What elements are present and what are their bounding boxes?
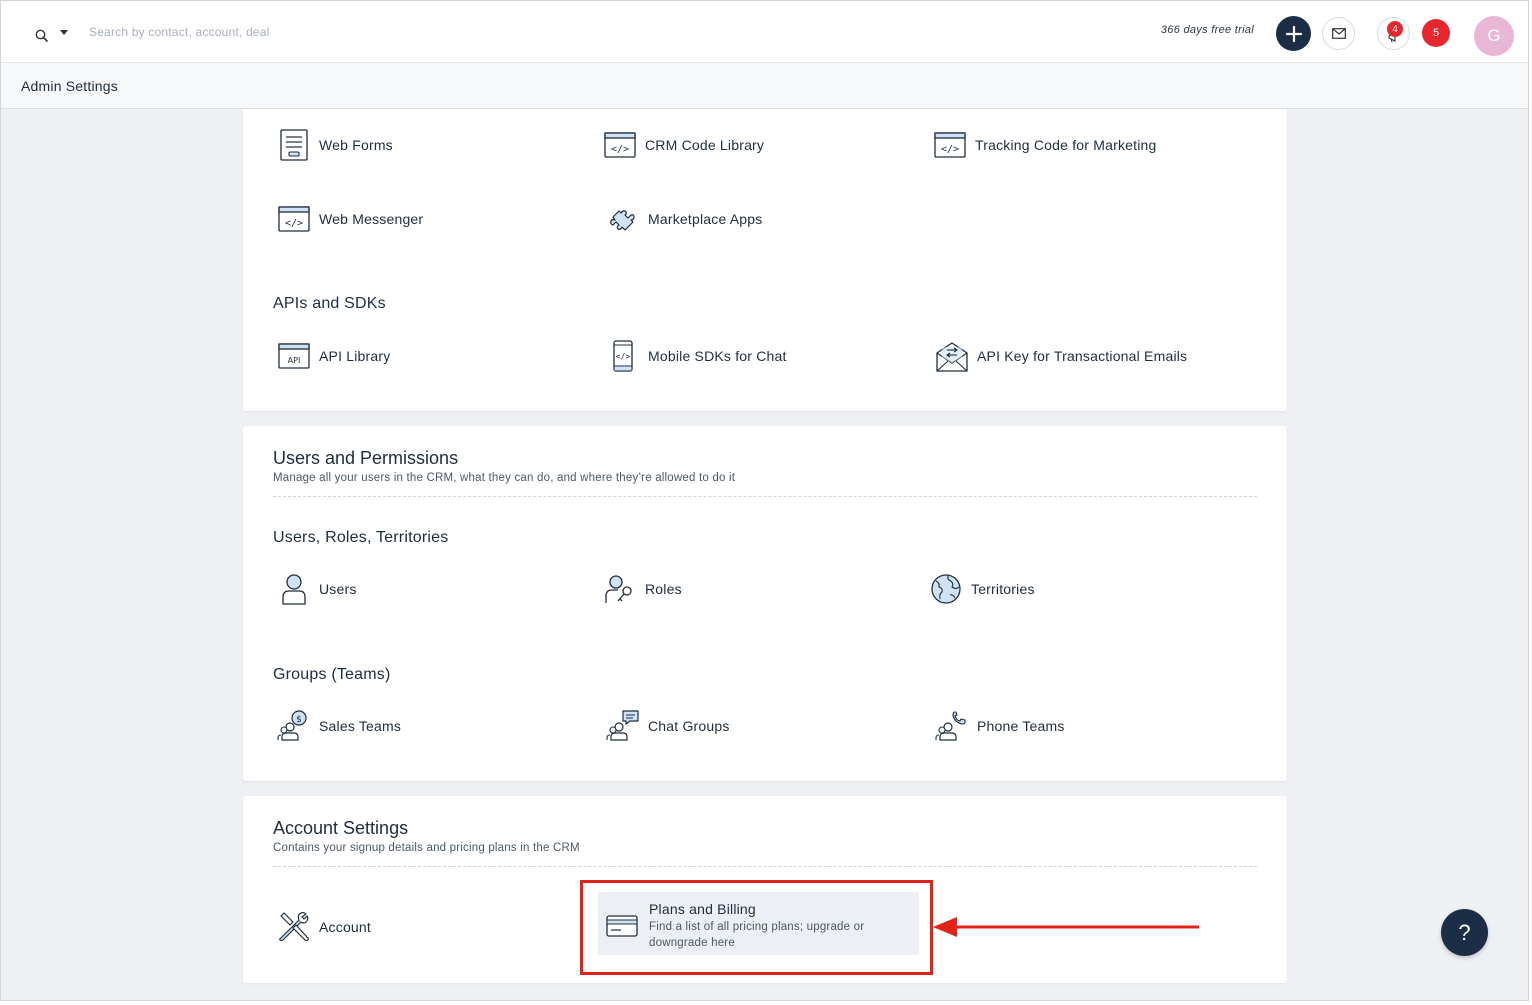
svg-text:</>: </> [616,352,631,361]
annotation-arrow [933,917,1199,937]
marketplace-apps-item[interactable]: Marketplace Apps [606,201,762,237]
territories-label: Territories [971,581,1035,597]
integrations-card: Web Forms </> CRM Code Library </> Track… [243,109,1287,411]
envelope-swap-icon [936,342,968,372]
api-icon-text: API [288,356,301,365]
page-title: Admin Settings [21,78,118,94]
add-button[interactable] [1276,16,1311,51]
mobile-code-icon: </> [613,340,633,372]
apis-group-title: APIs and SDKs [273,295,386,312]
code-window-icon: </> [604,132,636,158]
section-divider [273,866,1257,867]
users-permissions-card: Users and Permissions Manage all your us… [243,426,1287,781]
sales-teams-label: Sales Teams [319,718,402,734]
teams-group-title: Groups (Teams) [273,666,391,683]
web-messenger-label: Web Messenger [319,211,424,227]
api-library-item[interactable]: API API Library [277,338,390,374]
user-key-icon [605,575,632,603]
svg-text:$: $ [296,715,302,725]
search-input[interactable] [89,21,489,43]
roles-item[interactable]: Roles [603,571,682,607]
user-icon [282,574,306,605]
svg-text:</>: </> [941,144,959,155]
avatar[interactable]: G [1474,16,1514,56]
sales-teams-item[interactable]: $ Sales Teams [277,708,401,744]
code-window-icon: </> [934,132,966,158]
sales-team-icon: $ [277,710,307,741]
marketplace-apps-label: Marketplace Apps [648,211,763,227]
web-forms-label: Web Forms [319,137,393,153]
tracking-code-item[interactable]: </> Tracking Code for Marketing [933,127,1157,163]
users-permissions-description: Manage all your users in the CRM, what t… [273,472,736,484]
svg-text:</>: </> [611,144,629,155]
chat-groups-label: Chat Groups [648,718,730,734]
api-key-emails-item[interactable]: API Key for Transactional Emails [935,338,1187,374]
crm-code-library-label: CRM Code Library [645,137,765,153]
highlight-box [580,880,933,975]
page-header: Admin Settings [1,63,1528,109]
account-item[interactable]: Account [277,909,371,945]
search-icon[interactable] [34,26,50,42]
users-roles-group-title: Users, Roles, Territories [273,529,449,546]
api-key-emails-label: API Key for Transactional Emails [977,348,1188,364]
phone-teams-item[interactable]: Phone Teams [935,708,1065,744]
crm-code-library-item[interactable]: </> CRM Code Library [603,127,764,163]
phone-teams-label: Phone Teams [977,718,1065,734]
phone-team-icon [935,711,966,741]
territories-item[interactable]: Territories [929,571,1035,607]
help-button[interactable]: ? [1441,909,1488,956]
globe-icon [931,574,961,604]
account-settings-description: Contains your signup details and pricing… [273,842,580,854]
notifications-badge: 4 [1387,21,1403,37]
api-library-label: API Library [319,348,391,364]
puzzle-icon [610,210,635,231]
chat-group-icon [606,710,639,741]
mobile-sdks-item[interactable]: </> Mobile SDKs for Chat [606,338,787,374]
trial-status: 366 days free trial [1160,24,1254,36]
svg-text:</>: </> [285,218,303,229]
mail-button[interactable] [1322,17,1355,50]
users-item[interactable]: Users [277,571,357,607]
search-scope-dropdown-icon[interactable] [60,30,68,35]
tools-icon [279,912,309,942]
roles-label: Roles [645,581,682,597]
users-permissions-title: Users and Permissions [273,448,459,468]
api-window-icon: API [278,343,310,369]
web-messenger-item[interactable]: </> Web Messenger [277,201,423,237]
app-window: 366 days free trial 4 5 G Admin Settings [0,0,1529,1001]
account-label: Account [319,919,371,935]
top-bar: 366 days free trial 4 5 G [1,1,1528,63]
section-divider [273,496,1257,497]
mobile-sdks-label: Mobile SDKs for Chat [648,348,787,364]
users-label: Users [319,581,357,597]
account-settings-title: Account Settings [273,818,409,838]
web-forms-item[interactable]: Web Forms [277,127,393,163]
plus-icon [1285,25,1302,42]
tracking-code-label: Tracking Code for Marketing [975,137,1157,153]
envelope-icon [1331,28,1346,39]
code-window-icon: </> [278,206,310,232]
alerts-count-button[interactable]: 5 [1422,19,1450,47]
web-form-icon [280,129,308,161]
chat-groups-item[interactable]: Chat Groups [606,708,730,744]
